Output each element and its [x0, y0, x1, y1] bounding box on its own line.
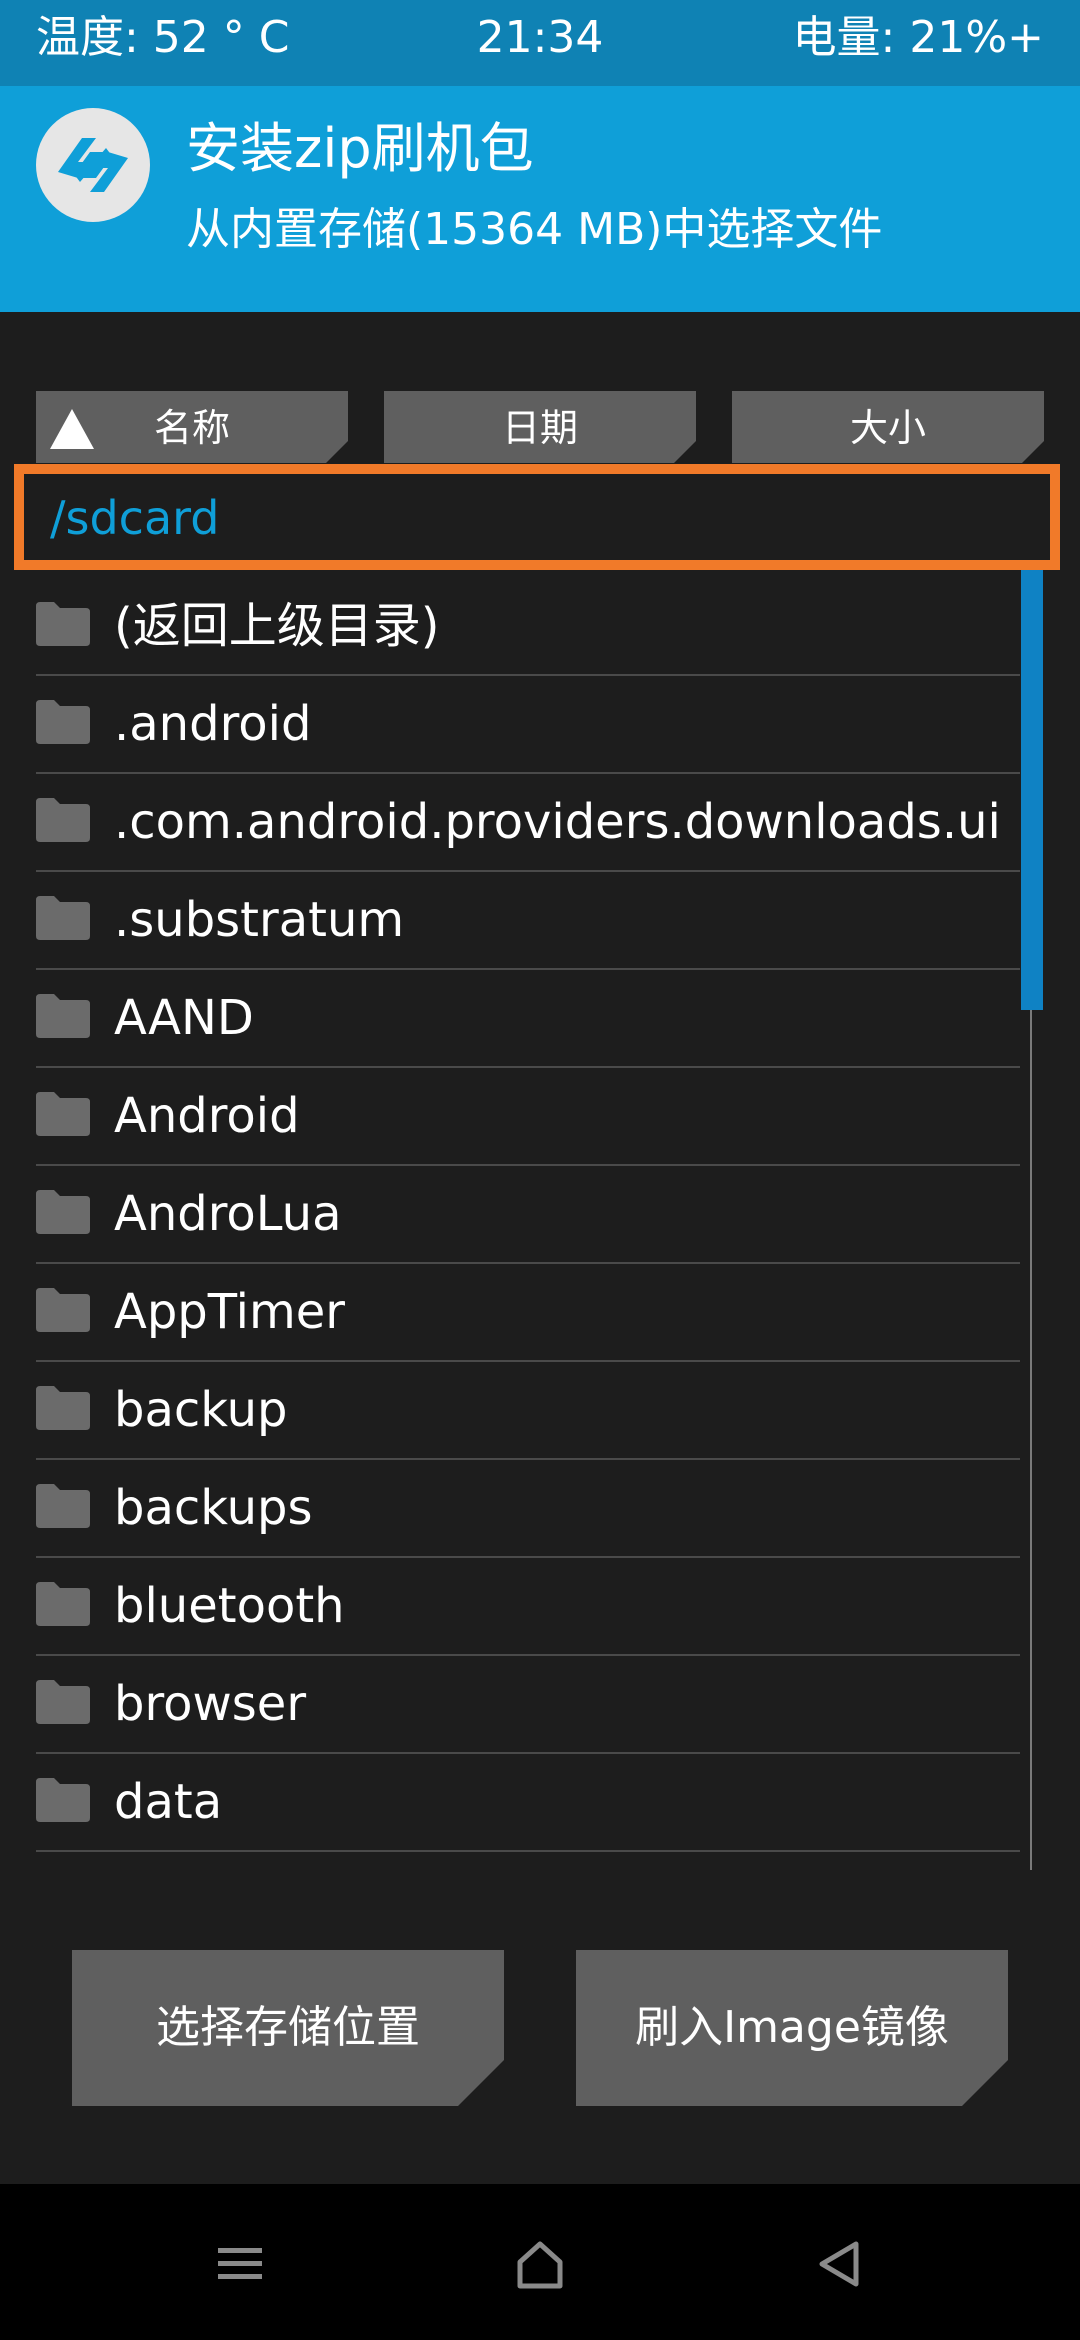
folder-icon	[36, 1680, 90, 1724]
select-storage-button[interactable]: 选择存储位置	[72, 1950, 504, 2106]
folder-icon	[36, 1484, 90, 1528]
select-storage-label: 选择存储位置	[156, 2002, 420, 2053]
flash-image-button[interactable]: 刷入Image镜像	[576, 1950, 1008, 2106]
back-icon[interactable]	[812, 2236, 868, 2292]
menu-icon[interactable]	[212, 2236, 268, 2292]
flash-image-label: 刷入Image镜像	[635, 2002, 949, 2053]
sort-by-name-button[interactable]: 名称	[36, 391, 348, 463]
file-list[interactable]: (返回上级目录) .android .com.android.providers.d…	[36, 578, 1020, 1870]
list-item[interactable]: bluetooth	[36, 1558, 1020, 1656]
page-header: 安装zip刷机包 从内置存储(15364 MB)中选择文件	[0, 86, 1080, 312]
file-name: .com.android.providers.downloads.ui	[114, 794, 1001, 850]
sort-by-date-button[interactable]: 日期	[384, 391, 696, 463]
list-item[interactable]: browser	[36, 1656, 1020, 1754]
list-item[interactable]: backup	[36, 1362, 1020, 1460]
sort-by-size-button[interactable]: 大小	[732, 391, 1044, 463]
folder-icon	[36, 896, 90, 940]
folder-icon	[36, 602, 90, 646]
file-name: AndroLua	[114, 1186, 342, 1242]
file-name: bluetooth	[114, 1578, 345, 1634]
page-subtitle: 从内置存储(15364 MB)中选择文件	[186, 204, 883, 255]
folder-icon	[36, 1386, 90, 1430]
folder-icon	[36, 994, 90, 1038]
sort-date-label: 日期	[501, 406, 578, 450]
list-item[interactable]: AndroLua	[36, 1166, 1020, 1264]
file-name: .substratum	[114, 892, 405, 948]
folder-icon	[36, 798, 90, 842]
list-item[interactable]: .com.android.providers.downloads.ui	[36, 774, 1020, 872]
list-item[interactable]: .substratum	[36, 872, 1020, 970]
page-title: 安装zip刷机包	[186, 117, 534, 180]
navigation-bar	[0, 2184, 1080, 2340]
list-item[interactable]: AAND	[36, 970, 1020, 1068]
file-name: AppTimer	[114, 1284, 345, 1340]
list-item[interactable]: backups	[36, 1460, 1020, 1558]
folder-icon	[36, 1190, 90, 1234]
home-icon[interactable]	[512, 2236, 568, 2292]
file-name: browser	[114, 1676, 307, 1732]
folder-icon	[36, 1092, 90, 1136]
folder-icon	[36, 1778, 90, 1822]
sort-name-label: 名称	[153, 406, 230, 450]
file-name: .android	[114, 696, 312, 752]
list-item[interactable]: Android	[36, 1068, 1020, 1166]
list-item[interactable]: AppTimer	[36, 1264, 1020, 1362]
twrp-logo-icon	[36, 108, 150, 222]
folder-icon	[36, 1288, 90, 1332]
file-name: data	[114, 1774, 223, 1830]
file-name: (返回上级目录)	[114, 598, 440, 654]
current-path: /sdcard	[14, 464, 1060, 570]
list-item[interactable]: .android	[36, 676, 1020, 774]
file-name: Android	[114, 1088, 300, 1144]
file-name: backup	[114, 1382, 288, 1438]
file-name: AAND	[114, 990, 254, 1046]
folder-icon	[36, 1582, 90, 1626]
status-bar: 温度: 52 ° C 21:34 电量: 21%+	[0, 0, 1080, 86]
current-path-text: /sdcard	[50, 491, 220, 545]
list-item[interactable]: data	[36, 1754, 1020, 1852]
folder-icon	[36, 700, 90, 744]
scrollbar-thumb[interactable]	[1021, 570, 1043, 1010]
file-name: backups	[114, 1480, 313, 1536]
sort-size-label: 大小	[849, 406, 926, 450]
battery-readout: 电量: 21%+	[792, 12, 1044, 63]
list-item[interactable]: (返回上级目录)	[36, 578, 1020, 676]
